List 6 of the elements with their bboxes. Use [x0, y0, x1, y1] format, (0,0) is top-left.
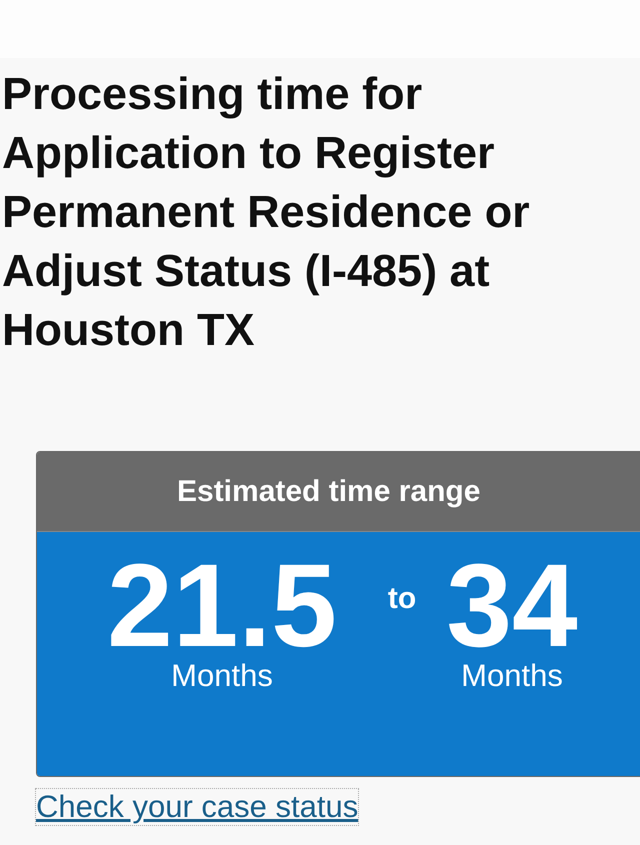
card-header: Estimated time range	[37, 452, 640, 531]
case-status-link[interactable]: Check your case status	[36, 789, 358, 825]
page-title: Processing time for Application to Register Permanent Residence or Adjust Status (I-485) at Houston TX	[1, 67, 531, 357]
range-separator: to	[386, 582, 418, 616]
unit-label: Months	[171, 658, 273, 694]
unit-label: Months	[461, 658, 563, 694]
